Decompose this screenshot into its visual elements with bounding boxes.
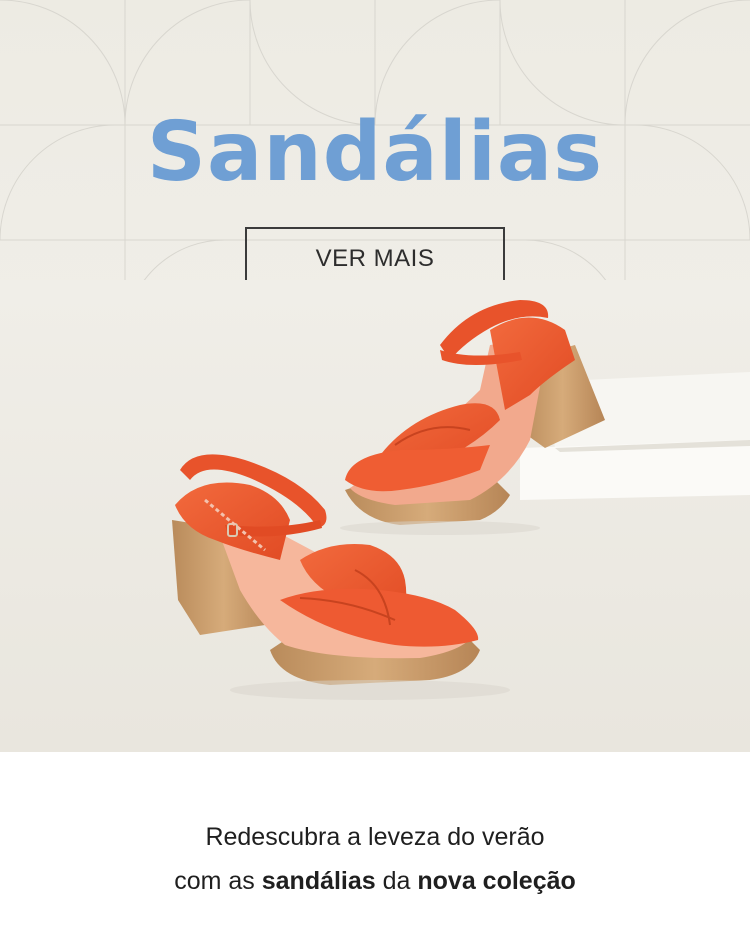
tagline-mid: da — [375, 867, 418, 895]
tagline-line-1: Redescubra a leveza do verão — [205, 823, 545, 851]
tagline-bold-nova-colecao: nova coleção — [417, 867, 576, 895]
tagline-bold-sandalias: sandálias — [261, 867, 376, 895]
ver-mais-label: VER MAIS — [315, 244, 435, 272]
tagline-line-2: com as sandálias da nova coleção — [0, 859, 750, 903]
hero-title: Sandálias — [146, 105, 604, 200]
tagline-prefix: com as — [174, 867, 262, 895]
hero-banner[interactable]: Sandálias VER MAIS — [0, 0, 750, 752]
product-image — [0, 280, 750, 752]
tagline: Redescubra a leveza do verão com as sand… — [0, 815, 750, 903]
